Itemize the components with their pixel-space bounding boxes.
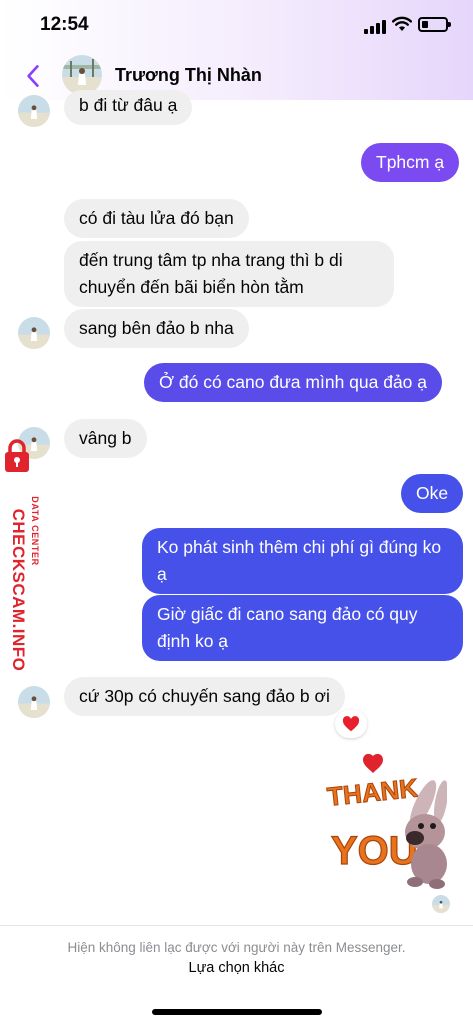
wifi-icon	[392, 16, 412, 32]
unavailable-notice: Hiện không liên lạc được với người này t…	[67, 940, 406, 955]
heart-icon	[342, 716, 360, 732]
chevron-left-icon	[27, 65, 39, 87]
message-incoming[interactable]: có đi tàu lửa đó bạn	[64, 199, 249, 238]
footer-divider	[0, 925, 473, 926]
sticker-text-line1: THANK	[326, 773, 420, 812]
contact-avatar[interactable]	[62, 55, 102, 95]
message-incoming[interactable]: vâng b	[64, 419, 147, 458]
watermark-subtitle: DATA CENTER	[30, 496, 40, 566]
message-outgoing[interactable]: Ở đó có cano đưa mình qua đảo ạ	[144, 363, 443, 402]
message-incoming[interactable]: sang bên đảo b nha	[64, 309, 249, 348]
status-time: 12:54	[40, 14, 89, 35]
watermark-text: CHECKSCAM.INFO	[9, 508, 28, 672]
signal-icon	[364, 20, 386, 34]
message-incoming[interactable]: b đi từ đâu ạ	[64, 90, 193, 125]
message-incoming[interactable]: đến trung tâm tp nha trang thì b di chuy…	[64, 241, 394, 307]
watermark: DATA CENTER CHECKSCAM.INFO	[0, 430, 52, 671]
seen-avatar	[432, 895, 450, 913]
thank-you-sticker[interactable]: THANK YOU!	[325, 752, 449, 894]
lock-icon	[5, 439, 29, 472]
heart-reaction[interactable]	[335, 710, 367, 738]
battery-icon	[418, 17, 451, 32]
back-button[interactable]	[18, 60, 48, 92]
message-incoming[interactable]: cứ 30p có chuyến sang đảo b ơi	[64, 677, 345, 716]
message-outgoing[interactable]: Ko phát sinh thêm chi phí gì đúng ko ạ	[142, 528, 463, 594]
contact-avatar-small	[18, 317, 50, 349]
message-outgoing[interactable]: Oke	[401, 474, 464, 513]
contact-avatar-small	[18, 686, 50, 718]
other-options-link[interactable]: Lựa chọn khác	[0, 960, 473, 976]
contact-name[interactable]: Trương Thị Nhàn	[115, 65, 262, 86]
contact-avatar-small	[18, 95, 50, 127]
message-outgoing[interactable]: Giờ giấc đi cano sang đảo có quy định ko…	[142, 595, 463, 661]
home-indicator[interactable]	[152, 1009, 322, 1015]
message-outgoing[interactable]: Tphcm ạ	[361, 143, 460, 182]
